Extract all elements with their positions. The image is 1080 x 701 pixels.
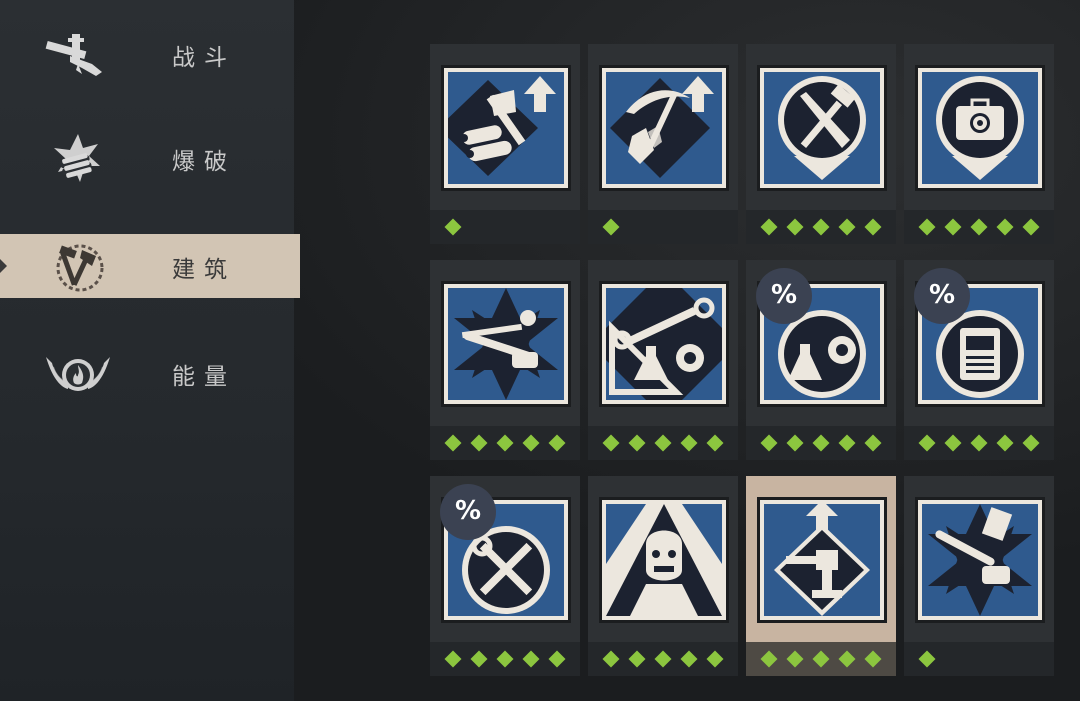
skill-card-flask-gear-discount[interactable]: % bbox=[746, 260, 896, 460]
rank-pip bbox=[444, 434, 462, 452]
rank-pips bbox=[430, 426, 580, 460]
rank-pip bbox=[812, 650, 830, 668]
rank-pip bbox=[470, 434, 488, 452]
rank-pips bbox=[588, 426, 738, 460]
rank-pips bbox=[746, 426, 896, 460]
dynamite-icon bbox=[42, 132, 114, 186]
rank-pip bbox=[496, 434, 514, 452]
category-tab-combat[interactable]: 战斗 bbox=[0, 22, 300, 86]
rank-pip bbox=[864, 434, 882, 452]
rank-pip bbox=[918, 650, 936, 668]
rank-pip bbox=[602, 650, 620, 668]
rank-pip bbox=[548, 434, 566, 452]
rank-pip bbox=[864, 218, 882, 236]
pickaxe-stone-upgrade-icon bbox=[610, 76, 714, 178]
hammer-saw-icon bbox=[778, 76, 866, 180]
rank-pip bbox=[838, 434, 856, 452]
skill-card-toolbox[interactable] bbox=[904, 44, 1054, 244]
rank-pip bbox=[522, 434, 540, 452]
skill-card-wrench-flask[interactable] bbox=[588, 260, 738, 460]
rank-pips bbox=[430, 210, 580, 244]
skill-card-hammer-saw[interactable] bbox=[746, 44, 896, 244]
rank-pip bbox=[470, 650, 488, 668]
rank-pip bbox=[996, 434, 1014, 452]
rank-pip bbox=[918, 218, 936, 236]
discount-badge: % bbox=[440, 484, 496, 540]
rank-pip bbox=[680, 650, 698, 668]
rank-pip bbox=[654, 650, 672, 668]
rank-pip bbox=[628, 434, 646, 452]
rank-pip bbox=[522, 650, 540, 668]
chainsaw-blueprint-icon bbox=[928, 504, 1032, 616]
category-label-building: 建筑 bbox=[172, 257, 236, 283]
rank-pips bbox=[588, 210, 738, 244]
rank-pip bbox=[944, 434, 962, 452]
turret-upgrade-icon bbox=[774, 504, 870, 616]
rank-pips bbox=[904, 426, 1054, 460]
category-tab-energy[interactable]: 能量 bbox=[0, 341, 300, 405]
rank-pip bbox=[444, 218, 462, 236]
category-label-demolition: 爆破 bbox=[172, 149, 236, 175]
rank-pip bbox=[812, 434, 830, 452]
rank-pip bbox=[838, 218, 856, 236]
rank-pips bbox=[904, 210, 1054, 244]
rank-pip bbox=[680, 434, 698, 452]
skill-card-welder-chainsaw[interactable] bbox=[430, 260, 580, 460]
rank-pips bbox=[904, 642, 1054, 676]
skill-card-chainsaw-blueprint[interactable] bbox=[904, 476, 1054, 676]
rank-pip bbox=[786, 218, 804, 236]
rank-pip bbox=[706, 434, 724, 452]
rank-pip bbox=[786, 434, 804, 452]
rank-pip bbox=[786, 650, 804, 668]
rank-pips bbox=[430, 642, 580, 676]
rank-pip bbox=[760, 434, 778, 452]
rank-pip bbox=[918, 434, 936, 452]
rank-pip bbox=[654, 434, 672, 452]
rank-pip bbox=[944, 218, 962, 236]
active-tab-marker bbox=[0, 259, 7, 273]
rank-pip bbox=[970, 218, 988, 236]
rank-pip bbox=[628, 650, 646, 668]
skill-card-pickaxe[interactable] bbox=[588, 44, 738, 244]
category-label-energy: 能量 bbox=[172, 364, 236, 390]
skill-card-axe-logs[interactable] bbox=[430, 44, 580, 244]
skill-grid: % % % bbox=[420, 36, 1070, 691]
rank-pip bbox=[602, 434, 620, 452]
rank-pip bbox=[496, 650, 514, 668]
skill-card-wrench-screwdriver-discount[interactable]: % bbox=[430, 476, 580, 676]
skill-card-generator-discount[interactable]: % bbox=[904, 260, 1054, 460]
rank-pip bbox=[838, 650, 856, 668]
skill-card-turret-selected[interactable] bbox=[746, 476, 896, 676]
wrench-flask-gear-icon bbox=[606, 288, 722, 400]
pistol-crossed-icon bbox=[42, 28, 114, 82]
rank-pip bbox=[760, 218, 778, 236]
rank-pips bbox=[746, 210, 896, 244]
rank-pip bbox=[444, 650, 462, 668]
rank-pip bbox=[1022, 434, 1040, 452]
discount-badge: % bbox=[914, 268, 970, 324]
zombie-head-icon bbox=[606, 504, 722, 616]
rank-pip bbox=[548, 650, 566, 668]
welder-chainsaw-icon bbox=[454, 288, 558, 400]
rank-pip bbox=[760, 650, 778, 668]
category-tab-demolition[interactable]: 爆破 bbox=[0, 126, 300, 190]
discount-badge: % bbox=[756, 268, 812, 324]
rank-pips bbox=[588, 642, 738, 676]
category-tab-building[interactable]: 建筑 bbox=[0, 234, 300, 298]
rank-pip bbox=[970, 434, 988, 452]
rank-pip bbox=[812, 218, 830, 236]
rank-pip bbox=[602, 218, 620, 236]
skill-card-zombie[interactable] bbox=[588, 476, 738, 676]
category-sidebar: 战斗 爆破 建筑 能量 bbox=[0, 0, 300, 701]
rank-pips bbox=[746, 642, 896, 676]
rank-pip bbox=[864, 650, 882, 668]
rank-pip bbox=[706, 650, 724, 668]
winged-flame-icon bbox=[42, 347, 114, 401]
category-label-combat: 战斗 bbox=[172, 45, 236, 71]
rank-pip bbox=[996, 218, 1014, 236]
hammer-axe-icon bbox=[42, 240, 114, 294]
axe-logs-upgrade-icon bbox=[448, 76, 556, 176]
gear-toolbox-icon bbox=[936, 76, 1024, 180]
rank-pip bbox=[1022, 218, 1040, 236]
